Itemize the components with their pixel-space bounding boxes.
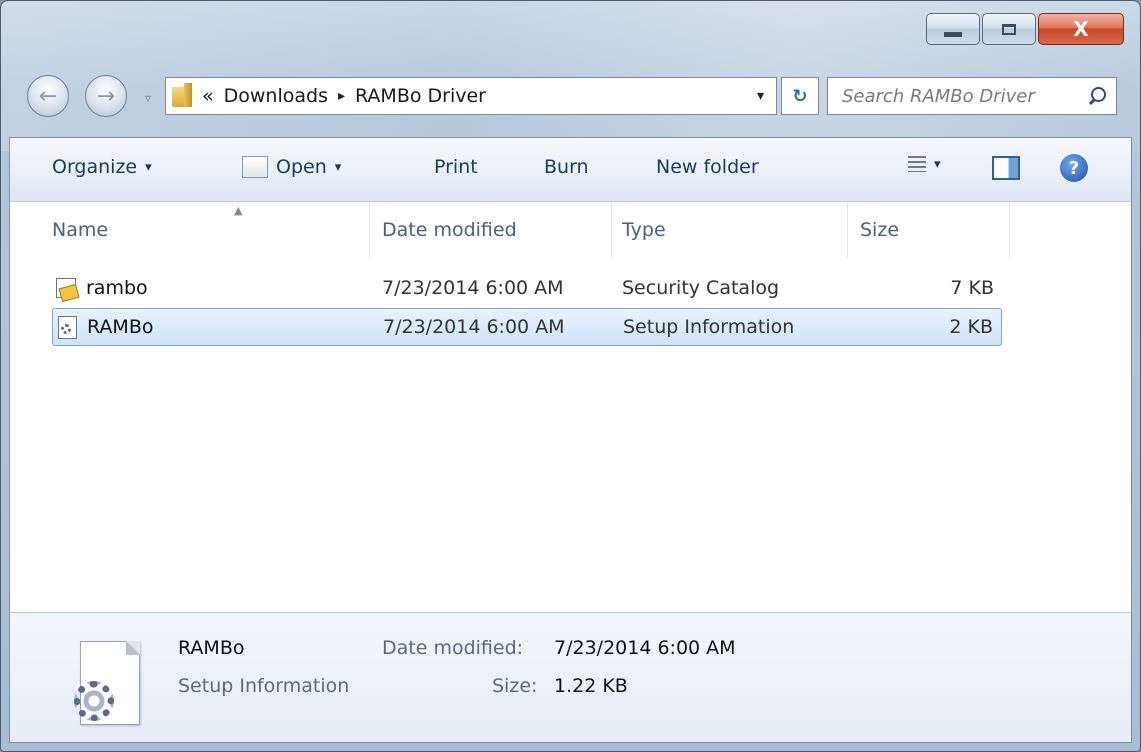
forward-arrow-icon: → — [96, 83, 116, 109]
column-header-row: Name ▲ Date modified Type Size — [10, 202, 1131, 258]
column-header-size[interactable]: Size — [860, 202, 1010, 258]
window-controls: X — [926, 13, 1124, 45]
notepad-icon — [242, 156, 268, 178]
details-size-value: 1.22 KB — [554, 675, 628, 697]
breadcrumb-rambo-driver[interactable]: RAMBo Driver — [355, 85, 486, 107]
view-caret-icon: ▾ — [934, 156, 941, 172]
setup-information-large-icon — [72, 641, 142, 727]
new-folder-button[interactable]: New folder — [656, 156, 759, 178]
breadcrumb-downloads[interactable]: Downloads — [224, 85, 328, 107]
refresh-icon: ↻ — [792, 85, 808, 107]
column-header-date-modified[interactable]: Date modified — [382, 202, 612, 258]
explorer-window: X ← → ▿ « Downloads ▸ RAMBo Driver ▾ ↻ O… — [0, 0, 1141, 752]
burn-button[interactable]: Burn — [544, 156, 589, 178]
burn-label: Burn — [544, 156, 589, 178]
details-file-name: RAMBo — [178, 637, 245, 659]
command-bar: Organize ▾ Open ▾ Print Burn New folder ▾ … — [10, 138, 1131, 202]
back-button[interactable]: ← — [27, 75, 69, 117]
column-type-label: Type — [622, 219, 666, 241]
file-date: 7/23/2014 6:00 AM — [382, 277, 564, 299]
address-dropdown-icon[interactable]: ▾ — [757, 88, 764, 104]
column-date-label: Date modified — [382, 219, 517, 241]
details-pane: RAMBo Setup Information Date modified: 7… — [10, 612, 1131, 742]
close-icon: X — [1073, 17, 1089, 41]
help-icon[interactable]: ? — [1060, 154, 1088, 182]
column-name-label: Name — [52, 219, 109, 241]
breadcrumb-overflow[interactable]: « — [202, 85, 214, 107]
search-icon[interactable] — [1088, 87, 1106, 105]
file-size: 2 KB — [949, 316, 993, 338]
print-label: Print — [434, 156, 478, 178]
details-file-type: Setup Information — [178, 675, 350, 697]
details-date-label: Date modified: — [382, 637, 524, 659]
details-size-label: Size: — [492, 675, 538, 697]
column-header-type[interactable]: Type — [622, 202, 848, 258]
address-bar[interactable]: « Downloads ▸ RAMBo Driver ▾ — [165, 77, 777, 115]
security-catalog-icon — [54, 276, 78, 300]
column-size-label: Size — [860, 219, 900, 241]
open-label: Open — [276, 156, 327, 178]
preview-pane-icon[interactable] — [992, 156, 1020, 180]
open-caret-icon: ▾ — [334, 159, 342, 175]
search-input[interactable] — [840, 84, 1084, 108]
setup-information-icon — [55, 315, 79, 339]
forward-button[interactable]: → — [85, 75, 127, 117]
file-name: rambo — [86, 277, 148, 299]
new-folder-label: New folder — [656, 156, 759, 178]
print-button[interactable]: Print — [434, 156, 478, 178]
address-row: ← → ▿ « Downloads ▸ RAMBo Driver ▾ ↻ — [25, 71, 1126, 121]
open-button[interactable]: Open ▾ — [242, 156, 341, 178]
refresh-button[interactable]: ↻ — [781, 77, 819, 115]
details-date-value: 7/23/2014 6:00 AM — [554, 637, 736, 659]
file-type: Security Catalog — [622, 277, 780, 299]
sort-ascending-icon: ▲ — [234, 204, 243, 217]
search-box[interactable] — [827, 77, 1117, 115]
file-name: RAMBo — [87, 316, 154, 338]
minimize-button[interactable] — [926, 13, 980, 45]
change-view-button[interactable]: ▾ — [908, 156, 941, 172]
maximize-button[interactable] — [982, 13, 1036, 45]
details-view-icon — [908, 156, 926, 172]
back-arrow-icon: ← — [38, 83, 58, 109]
file-row-rambo-catalog[interactable]: rambo 7/23/2014 6:00 AM Security Catalog… — [52, 270, 1002, 308]
organize-button[interactable]: Organize ▾ — [52, 156, 152, 178]
folder-icon — [172, 83, 194, 109]
help-glyph: ? — [1068, 157, 1080, 179]
file-type: Setup Information — [623, 316, 795, 338]
organize-caret-icon: ▾ — [145, 159, 152, 175]
gear-icon — [74, 681, 114, 721]
content-frame: Organize ▾ Open ▾ Print Burn New folder ▾ … — [9, 137, 1132, 743]
close-button[interactable]: X — [1038, 13, 1124, 45]
file-size: 7 KB — [950, 277, 994, 299]
breadcrumb-separator-icon[interactable]: ▸ — [338, 88, 345, 104]
minimize-icon — [944, 31, 962, 37]
column-header-name[interactable]: Name ▲ — [52, 202, 370, 258]
maximize-icon — [1002, 23, 1016, 35]
organize-label: Organize — [52, 156, 138, 178]
file-row-rambo-inf[interactable]: RAMBo 7/23/2014 6:00 AM Setup Informatio… — [52, 308, 1002, 346]
recent-pages-dropdown[interactable]: ▿ — [145, 91, 151, 105]
file-date: 7/23/2014 6:00 AM — [383, 316, 565, 338]
